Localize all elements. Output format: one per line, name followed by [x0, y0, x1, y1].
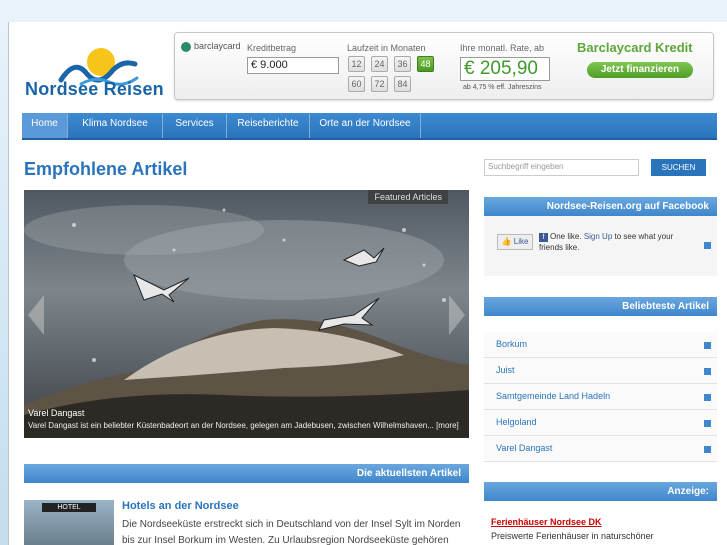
barclaycard-banner[interactable]: barclaycard Kreditbetrag € 9.000 Laufzei… [174, 32, 714, 100]
slider-prev-arrow-icon[interactable] [28, 295, 44, 335]
banner-title: Barclaycard Kredit [577, 40, 693, 55]
hotel-sign: HOTEL [42, 503, 96, 512]
ad-header: Anzeige: [484, 482, 717, 501]
featured-slider[interactable]: Featured Articles Varel Dangast Varel Da… [24, 190, 469, 438]
barclaycard-logo: barclaycard [181, 41, 241, 52]
term-option[interactable]: 12 [348, 56, 365, 72]
facebook-signup-link[interactable]: Sign Up [584, 232, 612, 241]
featured-caption-title[interactable]: Varel Dangast [28, 408, 84, 418]
term-option[interactable]: 84 [394, 76, 411, 92]
slider-next-arrow-icon[interactable] [449, 295, 465, 335]
kredit-amount-field[interactable]: € 9.000 [247, 57, 339, 74]
nav-klima[interactable]: Klima Nordsee [68, 113, 163, 138]
term-option[interactable]: 72 [371, 76, 388, 92]
arrow-right-icon[interactable] [704, 420, 711, 427]
list-item[interactable]: Varel Dangast [484, 436, 717, 462]
arrow-right-icon[interactable] [704, 242, 711, 249]
facebook-icon: f [539, 233, 548, 242]
ad-link[interactable]: Ferienhäuser Nordsee DK [491, 517, 602, 527]
term-option-selected[interactable]: 48 [417, 56, 434, 72]
laufzeit-label: Laufzeit in Monaten [347, 43, 426, 53]
barclaycard-logo-text: barclaycard [194, 41, 241, 51]
fb-text-pre: One like. [550, 232, 582, 241]
ad-text: Preiswerte Ferienhäuser in naturschöner [491, 531, 654, 541]
latest-articles-header: Die aktuellsten Artikel [24, 464, 469, 483]
page-title: Empfohlene Artikel [24, 159, 188, 179]
featured-caption-text[interactable]: Varel Dangast ist ein beliebter Küstenba… [28, 421, 459, 430]
nav-reiseberichte[interactable]: Reiseberichte [227, 113, 310, 138]
list-item[interactable]: Juist [484, 358, 717, 384]
facebook-header: Nordsee-Reisen.org auf Facebook [484, 197, 717, 216]
article-title[interactable]: Hotels an der Nordsee [122, 500, 239, 512]
finance-now-button[interactable]: Jetzt finanzieren [587, 62, 693, 78]
rate-label: Ihre monatl. Rate, ab [460, 43, 545, 53]
facebook-like-text: f One like. Sign Up to see what your frie… [539, 231, 679, 253]
popular-link[interactable]: Borkum [496, 339, 527, 349]
arrow-right-icon[interactable] [704, 368, 711, 375]
article-thumbnail[interactable]: HOTEL [24, 500, 114, 545]
page-container: Nordsee Reisen barclaycard Kreditbetrag … [8, 22, 727, 545]
featured-image[interactable] [24, 190, 469, 438]
term-option[interactable]: 24 [371, 56, 388, 72]
article-excerpt: Die Nordseeküste erstreckt sich in Deuts… [122, 519, 461, 545]
term-option[interactable]: 60 [348, 76, 365, 92]
arrow-right-icon[interactable] [704, 342, 711, 349]
barclaycard-emblem-icon [181, 41, 191, 52]
facebook-like-button[interactable]: 👍 Like [497, 234, 533, 250]
popular-link[interactable]: Samtgemeinde Land Hadeln [496, 391, 610, 401]
main-navigation: Home Klima Nordsee Services Reisebericht… [22, 113, 717, 140]
site-logo-text[interactable]: Nordsee Reisen [25, 79, 164, 100]
arrow-right-icon[interactable] [704, 394, 711, 401]
popular-header: Beliebteste Artikel [484, 297, 717, 316]
list-item[interactable]: Helgoland [484, 410, 717, 436]
arrow-right-icon[interactable] [704, 446, 711, 453]
list-item[interactable]: Samtgemeinde Land Hadeln [484, 384, 717, 410]
popular-link[interactable]: Varel Dangast [496, 443, 552, 453]
facebook-like-box: 👍 Like f One like. Sign Up to see what yo… [484, 216, 717, 276]
eff-rate-text: ab 4,75 % eff. Jahreszins [463, 84, 542, 91]
like-label: Like [513, 237, 529, 246]
nav-orte[interactable]: Orte an der Nordsee [310, 113, 421, 138]
nav-home[interactable]: Home [22, 113, 68, 138]
search-input[interactable]: Suchbegriff eingeben [484, 159, 639, 176]
monthly-rate-display: € 205,90 [460, 57, 550, 81]
popular-articles-list: Borkum Juist Samtgemeinde Land Hadeln He… [484, 332, 717, 462]
popular-link[interactable]: Helgoland [496, 417, 537, 427]
popular-link[interactable]: Juist [496, 365, 515, 375]
nav-services[interactable]: Services [163, 113, 227, 138]
list-item[interactable]: Borkum [484, 332, 717, 358]
term-option[interactable]: 36 [394, 56, 411, 72]
search-button[interactable]: SUCHEN [651, 159, 706, 176]
kredit-label: Kreditbetrag [247, 43, 297, 53]
featured-tag: Featured Articles [368, 190, 448, 204]
